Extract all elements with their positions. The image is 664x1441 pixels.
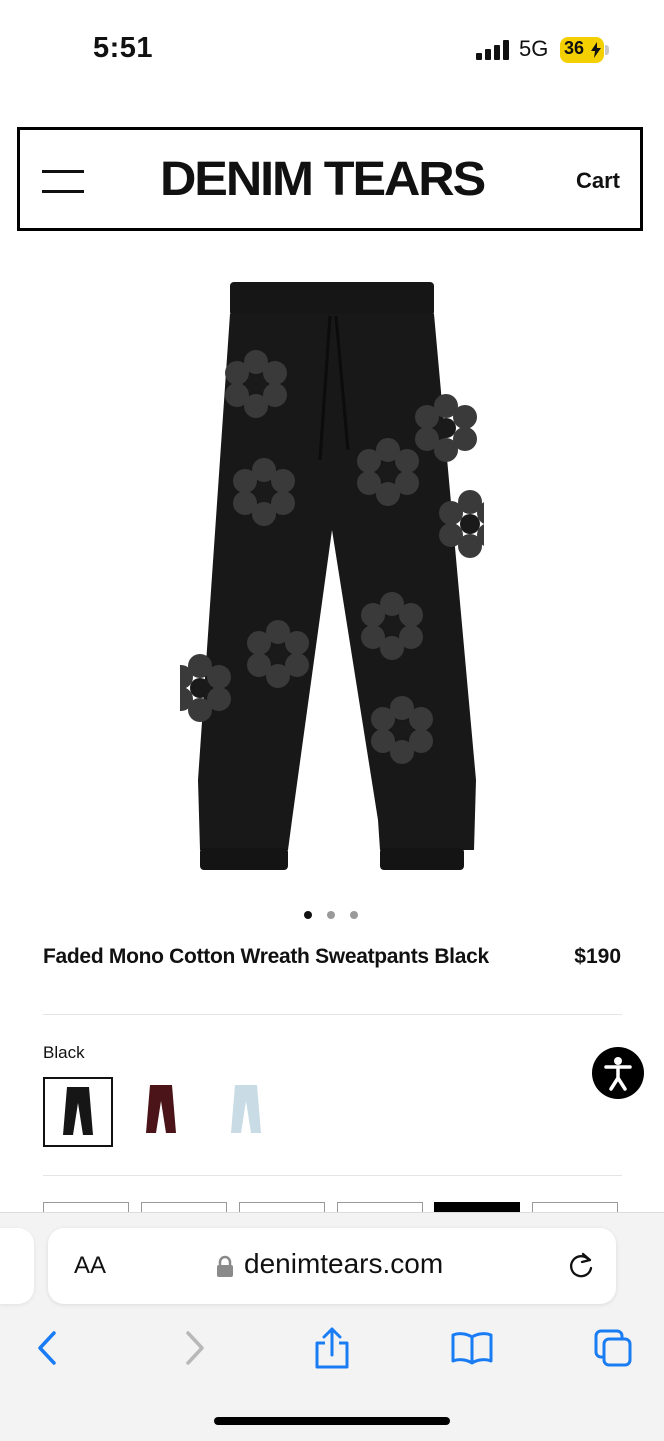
back-icon[interactable] [28,1327,70,1369]
status-bar: 5:51 5G 36 [0,0,664,100]
tabs-icon[interactable] [592,1327,634,1369]
url-text[interactable]: denimtears.com [244,1248,443,1280]
product-image[interactable] [180,280,484,880]
swatch-black-image [63,1087,93,1135]
browser-toolbar: AA denimtears.com [0,1212,664,1441]
product-title: Faded Mono Cotton Wreath Sweatpants Blac… [43,945,489,968]
previous-tab[interactable] [0,1228,34,1304]
address-bar[interactable]: AA denimtears.com [48,1228,616,1304]
cellular-signal-icon [476,40,509,60]
carousel-dot-1[interactable] [304,911,312,919]
battery-icon: 36 [560,37,610,63]
carousel-dot-3[interactable] [350,911,358,919]
forward-icon[interactable] [172,1327,214,1369]
swatch-burgundy-image [146,1085,176,1133]
network-type: 5G [519,36,549,61]
reload-icon[interactable] [566,1251,596,1281]
color-label: Black [43,1043,85,1062]
cart-link[interactable]: Cart [576,168,620,194]
site-header: DENIM TEARS Cart [17,127,643,231]
bookmarks-icon[interactable] [451,1327,493,1369]
charging-bolt-icon [591,42,601,58]
text-size-button[interactable]: AA [74,1252,106,1280]
swatch-light-blue[interactable] [213,1077,283,1147]
divider [43,1175,622,1176]
battery-level: 36 [564,38,585,58]
swatch-black[interactable] [43,1077,113,1147]
accessibility-icon [604,1057,632,1091]
swatch-burgundy[interactable] [128,1077,198,1147]
home-indicator [214,1417,450,1425]
hamburger-menu-icon[interactable] [42,168,86,194]
share-icon[interactable] [311,1327,353,1369]
lock-icon [217,1255,233,1277]
divider [43,1014,622,1015]
carousel-dot-2[interactable] [327,911,335,919]
swatch-light-blue-image [231,1085,261,1133]
status-time: 5:51 [93,32,154,64]
product-price: $190 [574,945,621,968]
site-logo[interactable]: DENIM TEARS [160,152,486,207]
accessibility-button[interactable] [592,1047,644,1099]
